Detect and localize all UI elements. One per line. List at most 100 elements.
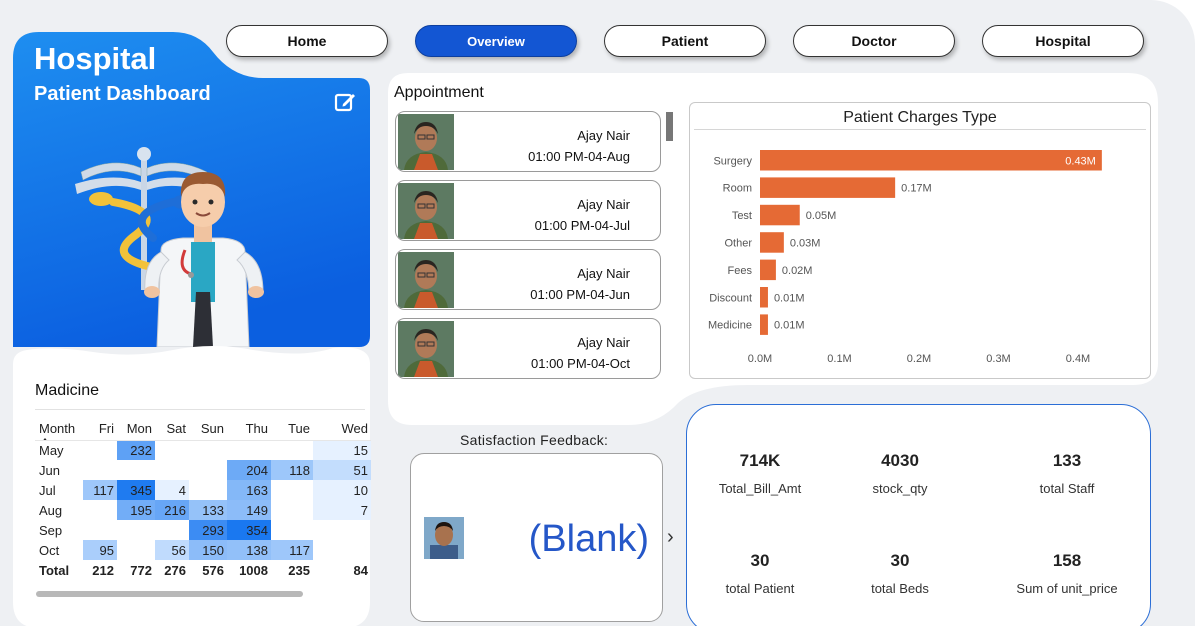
- appointment-name: Ajay Nair: [577, 335, 630, 350]
- matrix-cell: 117: [83, 480, 117, 500]
- medicine-panel: Madicine Month Fri Mon Sat Sun Thu Tue W…: [13, 344, 371, 626]
- total-cell: 212: [92, 562, 114, 578]
- matrix-cell: 150: [189, 540, 227, 560]
- feedback-card: (Blank): [410, 453, 663, 622]
- matrix-cell: 354: [227, 520, 271, 540]
- data-label: 0.05M: [806, 210, 837, 222]
- total-cell: 772: [130, 562, 152, 578]
- column-header[interactable]: Mon: [117, 420, 155, 441]
- kpi-total-bill-value: 714K: [739, 451, 781, 470]
- row-month-label: Jun: [39, 462, 60, 478]
- medicine-matrix: Month Fri Mon Sat Sun Thu Tue Wed May 232…: [35, 420, 371, 580]
- total-label: Total: [39, 562, 70, 578]
- feedback-avatar: [424, 517, 464, 559]
- x-tick-label: 0.0M: [748, 353, 772, 365]
- horizontal-scrollbar[interactable]: [36, 591, 303, 597]
- matrix-cell: 345: [117, 480, 155, 500]
- kpi-total-staff-value: 133: [1052, 451, 1082, 470]
- chart-bar[interactable]: [760, 287, 768, 308]
- chart-bar[interactable]: [760, 232, 784, 253]
- kpi-total-beds-label: total Beds: [871, 581, 929, 596]
- matrix-cell: 56: [155, 540, 189, 560]
- appointment-time: 01:00 PM-04-Jul: [534, 218, 630, 233]
- matrix-row: Jun 204 118 51: [35, 460, 371, 480]
- row-month-label: Oct: [39, 542, 60, 558]
- matrix-cell: [313, 520, 371, 540]
- chevron-right-icon[interactable]: ›: [667, 526, 674, 549]
- appointment-card[interactable]: Ajay Nair 01:00 PM-04-Aug: [395, 111, 661, 172]
- kpi-stock-qty-label: stock_qty: [872, 481, 928, 496]
- matrix-cell: 4: [155, 480, 189, 500]
- appointment-card[interactable]: Ajay Nair 01:00 PM-04-Jun: [395, 249, 661, 310]
- matrix-cell: [155, 520, 189, 540]
- appointment-card[interactable]: Ajay Nair 01:00 PM-04-Oct: [395, 318, 661, 379]
- matrix-cell: [155, 460, 189, 480]
- nav-patient-button[interactable]: Patient: [604, 25, 766, 57]
- kpi-total-bill-label: Total_Bill_Amt: [718, 481, 802, 496]
- matrix-row: Oct 95 56 150 138 117: [35, 540, 371, 560]
- nav-hospital-button[interactable]: Hospital: [982, 25, 1144, 57]
- edit-icon[interactable]: [333, 90, 357, 114]
- patient-avatar: [398, 321, 454, 377]
- nav-overview-button[interactable]: Overview: [415, 25, 577, 57]
- chart-bar[interactable]: [760, 314, 768, 335]
- patient-avatar: [398, 183, 454, 239]
- category-label: Test: [732, 210, 752, 222]
- x-tick-label: 0.2M: [907, 353, 931, 365]
- medicine-title-divider: [35, 409, 365, 410]
- nav-doctor-button[interactable]: Doctor: [793, 25, 955, 57]
- matrix-cell: 216: [155, 500, 189, 520]
- matrix-row: Jul 117 345 4 163 10: [35, 480, 371, 500]
- matrix-cell: [313, 540, 371, 560]
- kpi-total-staff-label: total Staff: [1039, 481, 1095, 496]
- data-label: 0.17M: [901, 183, 932, 195]
- category-label: Room: [723, 183, 752, 195]
- matrix-cell: 149: [227, 500, 271, 520]
- matrix-cell: [271, 520, 313, 540]
- x-tick-label: 0.1M: [827, 353, 851, 365]
- total-cell: 84: [353, 562, 368, 578]
- hero-title: Hospital: [34, 41, 157, 76]
- chart-bar[interactable]: [760, 177, 896, 198]
- column-header[interactable]: Sat: [155, 420, 189, 441]
- column-header[interactable]: Wed: [313, 420, 371, 441]
- matrix-cell: [83, 500, 117, 520]
- hero-subtitle: Patient Dashboard: [34, 83, 211, 105]
- column-header[interactable]: Fri: [83, 420, 117, 441]
- matrix-cell: 204: [227, 460, 271, 480]
- patient-avatar: [398, 114, 454, 170]
- matrix-cell: 15: [313, 440, 371, 460]
- matrix-cell: [83, 440, 117, 460]
- matrix-cell: [155, 440, 189, 460]
- charges-chart: Patient Charges Type Surgery 0.43M Room 0.1…: [689, 102, 1151, 379]
- appointment-name: Ajay Nair: [577, 266, 630, 281]
- vertical-scrollbar[interactable]: [666, 112, 673, 141]
- matrix-cell: [117, 520, 155, 540]
- matrix-cell: [271, 440, 313, 460]
- column-header[interactable]: Tue: [271, 420, 313, 441]
- data-label: 0.03M: [790, 237, 821, 249]
- data-label: 0.02M: [782, 265, 813, 277]
- sort-ascending-icon[interactable]: [41, 438, 49, 439]
- column-header[interactable]: Thu: [227, 420, 271, 441]
- category-label: Fees: [728, 265, 753, 277]
- appointment-card[interactable]: Ajay Nair 01:00 PM-04-Jul: [395, 180, 661, 241]
- chart-bar[interactable]: [760, 259, 776, 281]
- kpi-unit-price-label: Sum of unit_price: [1016, 581, 1118, 596]
- matrix-total-row: Total 212 772 276 576 1008 235 84: [35, 560, 371, 580]
- matrix-cell: [189, 460, 227, 480]
- matrix-header-row: Month Fri Mon Sat Sun Thu Tue Wed: [35, 420, 371, 441]
- column-header[interactable]: Sun: [189, 420, 227, 441]
- total-cell: 235: [288, 562, 310, 578]
- hero-card: Hospital Patient Dashboard: [13, 32, 370, 347]
- appointment-time: 01:00 PM-04-Oct: [531, 356, 630, 371]
- category-label: Other: [724, 237, 752, 249]
- matrix-cell: 118: [271, 460, 313, 480]
- column-header-month[interactable]: Month: [35, 420, 83, 441]
- kpi-stock-qty-value: 4030: [881, 451, 919, 470]
- data-label: 0.43M: [1065, 155, 1096, 167]
- chart-bar[interactable]: [760, 204, 800, 226]
- chart-plot: Surgery 0.43M Room 0.17M Test 0.05M Other 0.03M…: [708, 150, 1102, 365]
- row-month-label: Jul: [39, 482, 56, 498]
- chart-bar[interactable]: [760, 150, 1102, 171]
